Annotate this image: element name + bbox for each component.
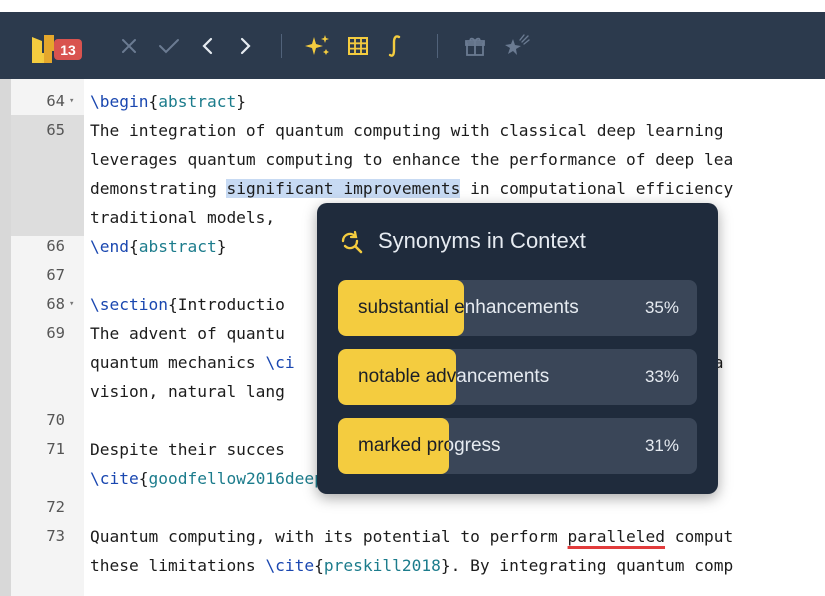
code-token: } bbox=[236, 92, 246, 111]
code-text[interactable]: demonstrating significant improvements i… bbox=[90, 174, 733, 203]
latex-command: \begin bbox=[90, 92, 149, 111]
code-text[interactable]: these limitations \cite{preskill2018}. B… bbox=[90, 551, 733, 580]
check-icon[interactable] bbox=[156, 33, 182, 59]
synonym-label-dark: marked progress bbox=[358, 435, 449, 456]
synonym-option[interactable]: marked progressmarked progress31% bbox=[338, 418, 697, 474]
line-number: 68 bbox=[46, 295, 65, 313]
editor-line[interactable]: 65 The integration of quantum computing w… bbox=[0, 116, 825, 145]
latex-command: \section bbox=[90, 295, 168, 314]
line-number: 65 bbox=[46, 121, 65, 139]
code-token: in computational efficiency bbox=[460, 179, 734, 198]
line-number: 69 bbox=[46, 324, 65, 342]
latex-argument: goodfellow2016deep bbox=[148, 469, 324, 488]
fold-toggle-icon[interactable]: ▾ bbox=[69, 290, 74, 319]
code-text[interactable]: \end{abstract} bbox=[90, 232, 226, 261]
table-icon[interactable] bbox=[345, 33, 371, 59]
code-text[interactable]: \section{Introductio bbox=[90, 290, 285, 319]
editor-line[interactable]: these limitations \cite{preskill2018}. B… bbox=[0, 551, 825, 580]
code-token: { bbox=[128, 237, 139, 256]
popup-title: Synonyms in Context bbox=[378, 228, 586, 253]
wand-icon[interactable] bbox=[504, 33, 530, 59]
line-number: 71 bbox=[46, 440, 65, 458]
chevron-right-icon[interactable] bbox=[232, 33, 258, 59]
code-token: }. By integrating quantum comp bbox=[440, 556, 734, 575]
close-icon[interactable] bbox=[116, 33, 142, 59]
synonym-option[interactable]: substantial enhancementssubstantial enha… bbox=[338, 280, 697, 336]
code-token: The integration of quantum computing wit… bbox=[90, 121, 734, 140]
editor-toolbar: 13 bbox=[0, 12, 825, 79]
code-text[interactable]: leverages quantum computing to enhance t… bbox=[90, 145, 733, 174]
code-text[interactable]: \cite{goodfellow2016deep}. bbox=[90, 464, 343, 493]
code-token: Despite their succes bbox=[90, 440, 285, 459]
integral-icon[interactable] bbox=[382, 33, 408, 59]
line-number: 73 bbox=[46, 527, 65, 545]
code-token: demonstrating bbox=[90, 179, 227, 198]
line-number: 72 bbox=[46, 498, 65, 516]
spelling-error: paralleled bbox=[567, 527, 666, 546]
code-text[interactable]: Quantum computing, with its potential to… bbox=[90, 522, 733, 551]
line-number: 70 bbox=[46, 411, 65, 429]
fold-toggle-icon[interactable]: ▾ bbox=[69, 87, 74, 116]
editor-line[interactable]: 72 bbox=[0, 493, 825, 522]
notification-badge[interactable]: 13 bbox=[54, 39, 82, 60]
code-token: { bbox=[314, 556, 324, 575]
line-number: 67 bbox=[46, 266, 65, 284]
synonym-option[interactable]: notable advancementsnotable advancements… bbox=[338, 349, 697, 405]
editor-line[interactable]: 64 ▾ \begin{abstract} bbox=[0, 87, 825, 116]
latex-argument: abstract bbox=[138, 237, 217, 256]
synonym-percent: 33% bbox=[644, 367, 679, 386]
latex-command: \end bbox=[90, 237, 129, 256]
synonym-percent: 35% bbox=[644, 298, 679, 317]
synonym-label-highlight: notable advancements bbox=[338, 349, 456, 405]
latex-argument: preskill2018 bbox=[323, 556, 441, 575]
code-token: leverages quantum computing to enhance t… bbox=[90, 150, 734, 169]
selected-text: significant improvements bbox=[226, 179, 461, 198]
synonyms-popup: Synonyms in Context substantial enhancem… bbox=[317, 203, 718, 494]
code-token: vision, natural lang bbox=[90, 382, 285, 401]
code-token: {Introductio bbox=[167, 295, 285, 314]
refresh-search-icon bbox=[341, 230, 363, 254]
code-token: quantum mechanics bbox=[90, 353, 266, 372]
synonym-label-dark: substantial enhancements bbox=[358, 297, 464, 318]
toolbar-divider bbox=[281, 34, 282, 58]
latex-command: \cite bbox=[90, 469, 139, 488]
editor-line[interactable]: demonstrating significant improvements i… bbox=[0, 174, 825, 203]
synonym-label-highlight: substantial enhancements bbox=[338, 280, 464, 336]
gift-icon[interactable] bbox=[462, 33, 488, 59]
sparkle-icon[interactable] bbox=[305, 33, 331, 59]
editor-line[interactable]: leverages quantum computing to enhance t… bbox=[0, 145, 825, 174]
code-text[interactable]: \begin{abstract} bbox=[90, 87, 246, 116]
code-token: } bbox=[216, 237, 227, 256]
code-token: Quantum computing, with its potential to… bbox=[90, 527, 568, 546]
latex-command: \ci bbox=[265, 353, 295, 372]
toolbar-divider bbox=[437, 34, 438, 58]
latex-command: \cite bbox=[265, 556, 315, 575]
code-token: these limitations bbox=[90, 556, 266, 575]
synonym-label-dark: notable advancements bbox=[358, 366, 456, 387]
code-token: comput bbox=[665, 527, 734, 546]
editor-line[interactable]: 73 Quantum computing, with its potential … bbox=[0, 522, 825, 551]
code-token: traditional models, bbox=[90, 208, 285, 227]
code-token: { bbox=[148, 92, 159, 111]
line-number: 64 bbox=[46, 92, 65, 110]
code-text[interactable]: The integration of quantum computing wit… bbox=[90, 116, 733, 145]
synonym-percent: 31% bbox=[644, 436, 679, 455]
synonym-label-highlight: marked progress bbox=[338, 418, 449, 474]
code-token: The advent of quantu bbox=[90, 324, 285, 343]
chevron-left-icon[interactable] bbox=[195, 33, 221, 59]
latex-argument: abstract bbox=[158, 92, 237, 111]
line-number: 66 bbox=[46, 237, 65, 255]
